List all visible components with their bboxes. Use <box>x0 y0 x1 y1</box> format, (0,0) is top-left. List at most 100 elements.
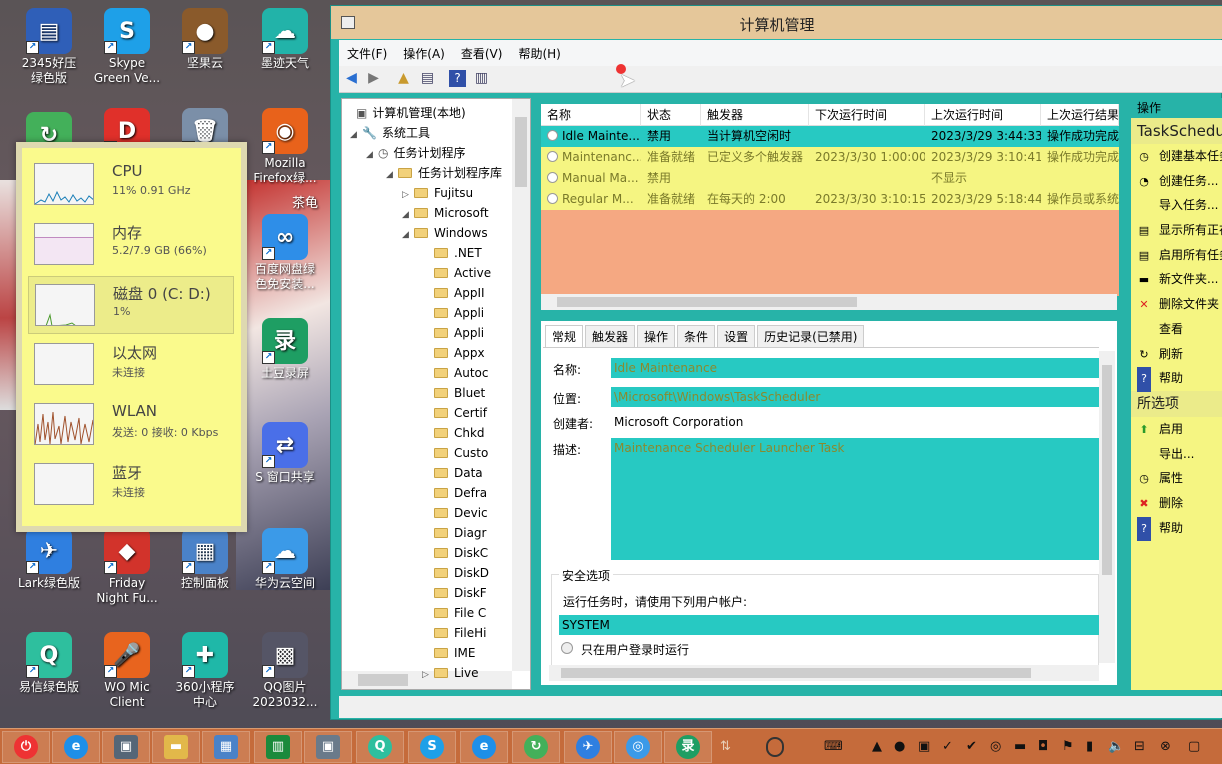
tree-expand-arrow-icon[interactable]: ▷ <box>402 185 414 205</box>
taskbar-scroll-icon[interactable]: ⇅ <box>720 739 731 754</box>
360-taskbar-icon[interactable]: ↻ <box>512 731 560 763</box>
explorer-taskbar-icon[interactable]: ▬ <box>152 731 200 763</box>
menu-view[interactable]: 查看(V) <box>461 45 503 62</box>
tray-app-icon-4[interactable]: ✔ <box>966 739 977 754</box>
tree-vertical-scrollbar[interactable] <box>512 99 530 671</box>
task-list-horizontal-scrollbar[interactable] <box>541 294 1117 310</box>
tree-item[interactable]: Chkd <box>422 423 485 443</box>
only-logged-on-radio[interactable] <box>561 642 573 654</box>
tree-item[interactable]: ◢ ◷ 任务计划程序 <box>366 143 466 163</box>
tree-item[interactable]: Appx <box>422 343 485 363</box>
task-row[interactable]: Regular M... 准备就绪 在每天的 2:00 2023/3/30 3:10:… <box>541 189 1119 210</box>
tree-item[interactable]: FileHi <box>422 623 486 643</box>
desktop-icon[interactable]: ▦ ↗ 控制面板 <box>166 528 244 591</box>
desktop-icon[interactable]: 录 ↗ 土豆录屏 <box>246 318 324 381</box>
action-item[interactable]: 导出... <box>1131 442 1222 467</box>
tree-item[interactable]: Autoc <box>422 363 488 383</box>
ie-taskbar-icon[interactable]: e <box>52 731 100 763</box>
control-panel-taskbar-icon[interactable]: ▦ <box>202 731 250 763</box>
actions-group-taskscheduler[interactable]: TaskScheduler <box>1131 118 1222 144</box>
action-item[interactable]: ? 帮助 <box>1131 516 1222 542</box>
yixin-taskbar-icon[interactable]: Q <box>356 731 404 763</box>
action-item[interactable]: ✖ 删除 <box>1131 491 1222 516</box>
desktop-icon[interactable]: ◆ ↗ Friday Night Fu... <box>88 528 166 606</box>
battery-icon[interactable]: ▮ <box>1086 739 1093 754</box>
tree-item[interactable]: Defra <box>422 483 487 503</box>
edge-taskbar-icon[interactable]: e <box>460 731 508 763</box>
tree-item[interactable]: AppII <box>422 283 485 303</box>
tree-item[interactable]: File C <box>422 603 486 623</box>
menu-action[interactable]: 操作(A) <box>403 45 445 62</box>
tree-expand-arrow-icon[interactable]: ◢ <box>402 205 414 225</box>
computer-management-taskbar-icon[interactable]: ▣ <box>304 731 352 763</box>
tree-expand-arrow-icon[interactable]: ◢ <box>366 145 378 165</box>
action-item[interactable]: ▤ 显示所有正在运行的任务 <box>1131 218 1222 243</box>
input-method-icon[interactable]: ⊟ <box>1134 739 1145 754</box>
tray-app-icon-7[interactable]: ◘ <box>1038 739 1048 754</box>
tray-app-icon-2[interactable]: ▣ <box>918 739 930 754</box>
column-header[interactable]: 上次运行时间 <box>925 104 1041 126</box>
desktop-icon[interactable]: ☁ ↗ 华为云空间 <box>246 528 324 591</box>
action-item[interactable]: ⬆ 启用 <box>1131 417 1222 442</box>
show-hide-action-pane-icon[interactable]: ▥ <box>473 70 490 87</box>
menu-file[interactable]: 文件(F) <box>347 45 387 62</box>
network-disconnected-icon[interactable]: ⊗ <box>1160 739 1171 754</box>
desktop-icon[interactable]: ▤ ↗ 2345好压 绿色版 <box>10 8 88 86</box>
action-item[interactable]: 查看 <box>1131 317 1222 342</box>
tree-item[interactable]: Certif <box>422 403 487 423</box>
desktop-icon[interactable]: ⇄ ↗ S 窗口共享 <box>246 422 324 485</box>
action-item[interactable]: ▤ 启用所有任务历史记录 <box>1131 243 1222 268</box>
desktop-icon[interactable]: ☁ ↗ 墨迹天气 <box>246 8 324 71</box>
action-item[interactable]: ✕ 删除文件夹 <box>1131 292 1222 317</box>
tab-3[interactable]: 条件 <box>677 325 716 347</box>
action-item[interactable]: ? 帮助 <box>1131 366 1222 392</box>
name-field[interactable]: Idle Maintenance <box>611 358 1099 378</box>
desktop-icon[interactable]: ✚ ↗ 360小程序 中心 <box>166 632 244 710</box>
desktop-icon[interactable]: ◉ ↗ Mozilla Firefox绿... <box>246 108 324 186</box>
desktop-icon[interactable]: ● ↗ 坚果云 <box>166 8 244 71</box>
tree-item[interactable]: ▣ 计算机管理(本地) <box>344 103 466 123</box>
forward-arrow-icon[interactable]: ▶ <box>365 70 382 87</box>
tree-expand-arrow-icon[interactable]: ◢ <box>386 165 398 185</box>
tree-item[interactable]: Appli <box>422 323 484 343</box>
action-item[interactable]: ◔ 创建任务... <box>1131 169 1222 194</box>
tray-app-icon-3[interactable]: ✓ <box>942 739 953 754</box>
desktop-icon[interactable]: 🎤 ↗ WO Mic Client <box>88 632 166 710</box>
column-header[interactable]: 名称 <box>541 104 641 126</box>
up-folder-icon[interactable]: ▲ <box>395 70 412 87</box>
tab-0[interactable]: 常规 <box>545 325 584 347</box>
detail-vertical-scrollbar[interactable] <box>1099 351 1115 663</box>
tree-item[interactable]: Bluet <box>422 383 485 403</box>
tab-1[interactable]: 触发器 <box>585 325 636 347</box>
browser-taskbar-icon[interactable]: ◎ <box>614 731 662 763</box>
perf-item-0[interactable]: CPU 11% 0.91 GHz <box>28 156 234 214</box>
tray-app-icon-5[interactable]: ◎ <box>990 739 1001 754</box>
tree-item[interactable]: IME <box>422 643 475 663</box>
tray-app-icon-1[interactable]: ● <box>894 739 905 754</box>
excel-taskbar-icon[interactable]: ▥ <box>254 731 302 763</box>
tray-app-icon-6[interactable]: ▬ <box>1014 739 1026 754</box>
action-item[interactable]: ▬ 新文件夹... <box>1131 267 1222 292</box>
actions-group-selected[interactable]: 所选项 <box>1131 390 1222 417</box>
volume-icon[interactable]: 🔈 <box>1108 739 1124 754</box>
tree-item[interactable]: ▷ Fujitsu <box>402 183 473 203</box>
tree-item[interactable]: Data <box>422 463 483 483</box>
author-field[interactable]: Microsoft Corporation <box>611 412 1099 432</box>
tree-item[interactable]: DiskD <box>422 563 489 583</box>
tree-expand-arrow-icon[interactable]: ◢ <box>350 125 362 145</box>
tree-item[interactable]: ◢ 任务计划程序库 <box>386 163 502 183</box>
tree-item[interactable]: ◢ Windows <box>402 223 488 243</box>
keyboard-icon[interactable]: ⌨ <box>824 739 843 754</box>
perf-item-4[interactable]: WLAN 发送: 0 接收: 0 Kbps <box>28 396 234 454</box>
show-hidden-icons[interactable]: ▲ <box>872 739 882 754</box>
tree-item[interactable]: ◢ Microsoft <box>402 203 489 223</box>
tree-item[interactable]: Diagr <box>422 523 486 543</box>
help-icon[interactable]: ? <box>449 70 466 87</box>
tree-item[interactable]: DiskC <box>422 543 488 563</box>
detail-horizontal-scrollbar[interactable] <box>549 665 1099 681</box>
action-item[interactable]: ↻ 刷新 <box>1131 342 1222 367</box>
tree-item[interactable]: .NET <box>422 243 482 263</box>
tree-item[interactable]: ▷ Live <box>422 663 479 683</box>
tree-item[interactable]: Devic <box>422 503 488 523</box>
location-field[interactable]: \Microsoft\Windows\TaskScheduler <box>611 387 1099 407</box>
